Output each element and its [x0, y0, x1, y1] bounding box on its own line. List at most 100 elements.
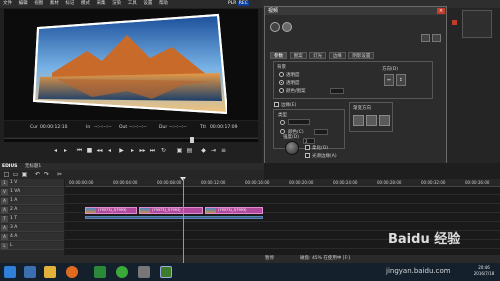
menu-edit[interactable]: 编辑 — [19, 0, 28, 8]
stop-icon[interactable]: ■ — [86, 147, 93, 154]
tab-params[interactable]: 参数 — [270, 52, 287, 59]
track-tag[interactable]: A — [1, 234, 8, 240]
density-knob[interactable] — [285, 141, 299, 155]
set-in-icon[interactable]: ◂ — [52, 147, 59, 154]
jump-start-icon[interactable]: ⏮ — [76, 147, 83, 154]
track-tag[interactable]: L — [1, 243, 8, 249]
track-header[interactable]: A3 A — [0, 224, 64, 232]
edius-icon[interactable] — [160, 266, 172, 278]
open-icon[interactable]: ▭ — [12, 171, 19, 178]
track-header[interactable]: LL — [0, 242, 64, 250]
close-button[interactable]: × — [437, 8, 445, 14]
video-clip[interactable]: (79573)_f(7993) — [85, 207, 137, 214]
menu-help[interactable]: 帮助 — [159, 0, 168, 8]
new-sequence-icon[interactable]: □ — [3, 171, 10, 178]
set-out-icon[interactable]: ▸ — [62, 147, 69, 154]
track-tag[interactable]: T — [1, 216, 8, 222]
edge-checkbox[interactable] — [274, 102, 279, 107]
density-value[interactable]: 2 — [303, 138, 315, 144]
taskbar-clock[interactable]: 20:46 2016/7/18 — [470, 265, 498, 279]
smooth-checkbox[interactable] — [305, 153, 310, 158]
direction-horizontal-button[interactable]: ↔ — [384, 74, 394, 86]
play-icon[interactable]: ▶ — [118, 147, 125, 154]
track-header[interactable]: T1 T — [0, 215, 64, 223]
menu-settings[interactable]: 设置 — [143, 0, 152, 8]
track-tag[interactable]: A — [1, 225, 8, 231]
explorer-icon[interactable] — [44, 266, 56, 278]
redo-icon[interactable]: ↷ — [43, 171, 50, 178]
menu-marker[interactable]: 标记 — [65, 0, 74, 8]
edge-type-field[interactable] — [288, 119, 310, 125]
menu-render[interactable]: 渲染 — [112, 0, 121, 8]
app-icon[interactable] — [138, 266, 150, 278]
scrub-handle[interactable] — [190, 137, 194, 143]
tab-edge[interactable]: 边缘 — [328, 52, 346, 59]
track-lane[interactable] — [65, 187, 500, 195]
cut-icon[interactable]: ✂ — [56, 171, 63, 178]
menu-file[interactable]: 文件 — [3, 0, 12, 8]
step-forward-icon[interactable]: ▸ — [129, 147, 136, 154]
insert-icon[interactable]: ▣ — [176, 147, 183, 154]
export-icon[interactable]: ⇥ — [210, 147, 217, 154]
gradient-option-3[interactable] — [379, 115, 390, 126]
dialog-expand-button[interactable] — [432, 34, 441, 42]
settings-icon[interactable] — [270, 22, 280, 32]
save-icon[interactable]: ▣ — [21, 171, 28, 178]
rewind-icon[interactable]: ◂◂ — [96, 147, 103, 154]
menu-tools[interactable]: 工具 — [128, 0, 137, 8]
track-header[interactable]: V1 VA — [0, 188, 64, 196]
menu-clip[interactable]: 素材 — [50, 0, 59, 8]
gradient-option-1[interactable] — [353, 115, 364, 126]
firefox-icon[interactable] — [66, 266, 78, 278]
track-header[interactable]: A4 A — [0, 233, 64, 241]
rec-label[interactable]: REC — [237, 1, 249, 6]
playhead-line[interactable] — [183, 178, 184, 264]
wechat-icon[interactable] — [116, 266, 128, 278]
scrub-bar[interactable] — [4, 138, 258, 142]
timeline-ruler[interactable]: 00:00:00:00 00:00:04:00 00:00:08:00 00:00:1… — [65, 179, 500, 187]
track-header[interactable]: A1 A — [0, 197, 64, 205]
undo-icon[interactable]: ↶ — [34, 171, 41, 178]
step-back-icon[interactable]: ◂ — [106, 147, 113, 154]
track-tag[interactable]: 1 — [1, 180, 8, 186]
bin-thumbnail[interactable] — [462, 10, 492, 38]
edge-type-radio[interactable] — [280, 120, 285, 125]
start-icon[interactable] — [4, 266, 16, 278]
radio-transparent-b[interactable] — [279, 80, 284, 85]
track-tag[interactable]: A — [1, 198, 8, 204]
jump-end-icon[interactable]: ⏭ — [149, 147, 156, 154]
bin-record-icon[interactable] — [452, 20, 457, 25]
media-icon[interactable] — [94, 266, 106, 278]
plr-label[interactable]: PLR — [228, 1, 236, 6]
color-swatch[interactable] — [330, 88, 344, 94]
fast-forward-icon[interactable]: ▸▸ — [139, 147, 146, 154]
ie-icon[interactable] — [24, 266, 36, 278]
track-header[interactable]: A2 A — [0, 206, 64, 214]
menu-view[interactable]: 视图 — [34, 0, 43, 8]
radio-transparent-a[interactable] — [279, 72, 284, 77]
edge-color-swatch[interactable] — [314, 129, 328, 135]
video-clip[interactable]: (79573)_f(7993) — [205, 207, 263, 214]
menu-capture[interactable]: 采集 — [97, 0, 106, 8]
tab-pattern[interactable]: 图案 — [289, 52, 307, 59]
loop-icon[interactable]: ↻ — [160, 147, 167, 154]
track-header[interactable]: 11 V — [0, 179, 64, 187]
track-lane[interactable] — [65, 196, 500, 204]
audio-clip[interactable] — [85, 216, 263, 219]
gradient-option-2[interactable] — [366, 115, 377, 126]
marker-icon[interactable]: ◆ — [200, 147, 207, 154]
soft-checkbox[interactable] — [305, 145, 310, 150]
radio-color[interactable] — [279, 88, 284, 93]
player-mode-switch[interactable]: PLR REC — [228, 1, 260, 7]
preset-icon[interactable] — [282, 22, 292, 32]
menu-mode[interactable]: 模式 — [81, 0, 90, 8]
dialog-minimize-button[interactable] — [421, 34, 430, 42]
direction-vertical-button[interactable]: ↕ — [396, 74, 406, 86]
tab-shadow[interactable]: 阴影设置 — [348, 52, 375, 59]
track-tag[interactable]: A — [1, 207, 8, 213]
track-tag[interactable]: V — [1, 189, 8, 195]
menu-icon[interactable]: ≡ — [220, 147, 227, 154]
overwrite-icon[interactable]: ▤ — [186, 147, 193, 154]
tab-light[interactable]: 灯光 — [309, 52, 327, 59]
video-clip[interactable]: (79573)_f(7993) — [139, 207, 203, 214]
